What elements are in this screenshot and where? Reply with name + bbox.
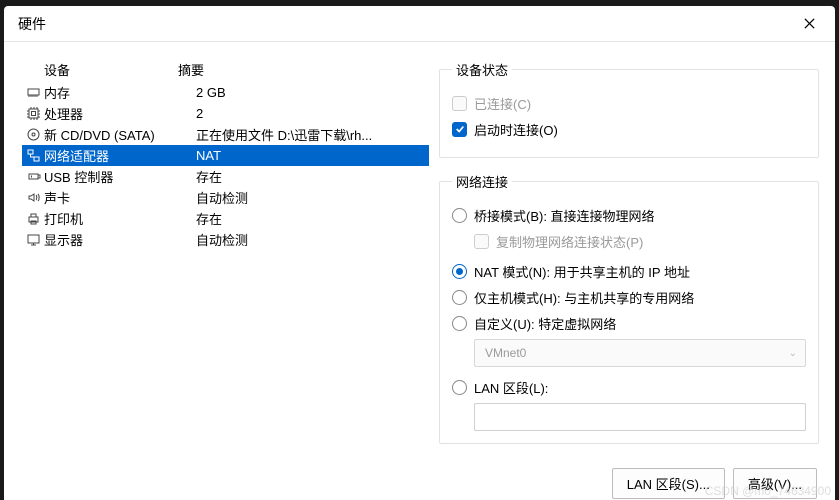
column-device: 设备 (22, 60, 178, 79)
custom-label: 自定义(U): 特定虚拟网络 (474, 314, 616, 333)
disc-icon (24, 126, 42, 144)
vmnet-select: VMnet0 ⌄ (474, 339, 806, 367)
device-row[interactable]: 新 CD/DVD (SATA)正在使用文件 D:\迅雷下载\rh... (22, 124, 429, 145)
chevron-down-icon: ⌄ (789, 348, 797, 359)
device-name: 打印机 (44, 209, 196, 228)
device-list-pane: 设备 摘要 内存2 GB处理器2新 CD/DVD (SATA)正在使用文件 D:… (22, 60, 429, 494)
device-name: 处理器 (44, 104, 196, 123)
printer-icon (24, 210, 42, 228)
hostonly-label: 仅主机模式(H): 与主机共享的专用网络 (474, 288, 694, 307)
close-icon (803, 17, 816, 30)
device-name: 新 CD/DVD (SATA) (44, 125, 196, 144)
device-row[interactable]: 网络适配器NAT (22, 145, 429, 166)
device-status-legend: 设备状态 (452, 60, 512, 79)
cpu-icon (24, 105, 42, 123)
device-name: 声卡 (44, 188, 196, 207)
bridged-radio[interactable] (452, 208, 467, 223)
display-icon (24, 231, 42, 249)
network-connection-legend: 网络连接 (452, 172, 512, 191)
device-summary: 自动检测 (196, 188, 429, 207)
device-summary: 正在使用文件 D:\迅雷下载\rh... (196, 125, 429, 144)
device-summary: 存在 (196, 167, 429, 186)
lan-segment-radio[interactable] (452, 380, 467, 395)
device-name: 内存 (44, 83, 196, 102)
connected-checkbox (452, 96, 467, 111)
column-summary: 摘要 (178, 60, 429, 79)
lan-segment-label: LAN 区段(L): (474, 378, 548, 397)
check-icon (455, 124, 465, 134)
device-row[interactable]: 显示器自动检测 (22, 229, 429, 250)
vmnet-value: VMnet0 (485, 346, 526, 360)
device-name: USB 控制器 (44, 167, 196, 186)
network-icon (24, 147, 42, 165)
bridged-label: 桥接模式(B): 直接连接物理网络 (474, 206, 655, 225)
lan-segments-button[interactable]: LAN 区段(S)... (612, 468, 725, 499)
device-row[interactable]: 打印机存在 (22, 208, 429, 229)
copy-physical-label: 复制物理网络连接状态(P) (496, 232, 643, 251)
sound-icon (24, 189, 42, 207)
nat-radio[interactable] (452, 264, 467, 279)
device-summary: NAT (196, 148, 429, 163)
window-title: 硬件 (18, 14, 46, 34)
memory-icon (24, 84, 42, 102)
device-name: 显示器 (44, 230, 196, 249)
device-status-group: 设备状态 已连接(C) 启动时连接(O) (439, 60, 819, 158)
hostonly-radio[interactable] (452, 290, 467, 305)
copy-physical-checkbox (474, 234, 489, 249)
button-bar: LAN 区段(S)... 高级(V)... (439, 458, 819, 500)
advanced-button[interactable]: 高级(V)... (733, 468, 817, 499)
device-row[interactable]: USB 控制器存在 (22, 166, 429, 187)
device-row[interactable]: 声卡自动检测 (22, 187, 429, 208)
custom-radio[interactable] (452, 316, 467, 331)
device-list[interactable]: 内存2 GB处理器2新 CD/DVD (SATA)正在使用文件 D:\迅雷下载\… (22, 82, 429, 250)
connect-on-start-checkbox[interactable] (452, 122, 467, 137)
connect-on-start-label: 启动时连接(O) (474, 120, 558, 139)
nat-label: NAT 模式(N): 用于共享主机的 IP 地址 (474, 262, 690, 281)
connected-label: 已连接(C) (474, 94, 531, 113)
lan-segment-select (474, 403, 806, 431)
device-summary: 存在 (196, 209, 429, 228)
device-name: 网络适配器 (44, 146, 196, 165)
close-button[interactable] (787, 9, 831, 39)
hardware-dialog: 硬件 设备 摘要 内存2 GB处理器2新 CD/DVD (SATA)正在使用文件… (4, 6, 835, 500)
device-summary: 2 (196, 106, 429, 121)
device-row[interactable]: 处理器2 (22, 103, 429, 124)
device-summary: 2 GB (196, 85, 429, 100)
device-summary: 自动检测 (196, 230, 429, 249)
titlebar: 硬件 (4, 6, 835, 42)
usb-icon (24, 168, 42, 186)
device-list-header: 设备 摘要 (22, 60, 429, 82)
settings-pane: 设备状态 已连接(C) 启动时连接(O) 网络连接 桥接模式(B): 直接连接物… (439, 60, 819, 494)
network-connection-group: 网络连接 桥接模式(B): 直接连接物理网络 复制物理网络连接状态(P) NAT… (439, 172, 819, 444)
device-row[interactable]: 内存2 GB (22, 82, 429, 103)
